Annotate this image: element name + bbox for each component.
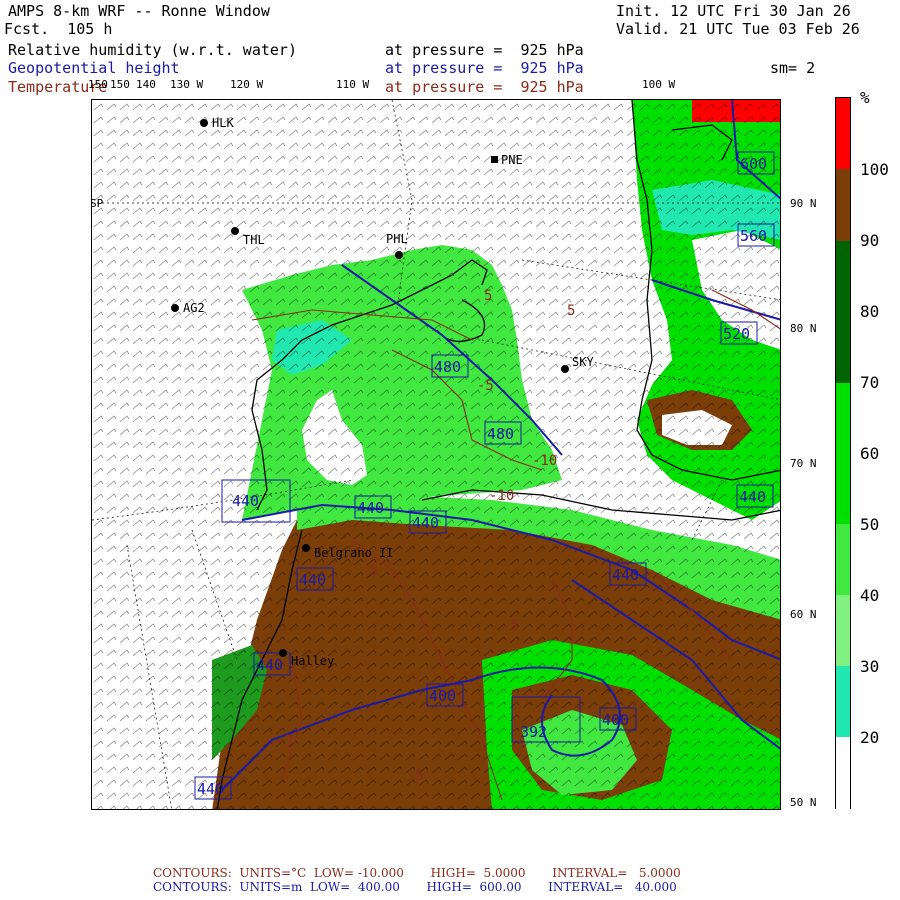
app-title: AMPS 8-km WRF -- Ronne Window: [8, 2, 270, 20]
station-label: Halley: [291, 654, 334, 668]
colorbar: [835, 97, 851, 810]
lat-label: 60 N: [790, 608, 817, 621]
lon-label: 130 W: [170, 78, 204, 91]
lon-label: 110 W: [336, 78, 370, 91]
station-label: PNE: [501, 153, 523, 167]
station-label: AG2: [183, 301, 205, 315]
height-label-400b: 400: [602, 711, 629, 729]
colorbar-tick: 30: [860, 657, 880, 676]
colorbar-segment: [836, 737, 850, 810]
colorbar-tick: 50: [860, 515, 880, 534]
height-label-560: 560: [740, 227, 767, 245]
field-rh-level: at pressure = 925 hPa: [385, 41, 584, 59]
colorbar-tick: 40: [860, 586, 880, 605]
height-label-480b: 480: [487, 425, 514, 443]
valid-time: Valid. 21 UTC Tue 03 Feb 26: [616, 20, 860, 38]
height-label-440a: 440: [357, 499, 384, 517]
height-label-440h: 440: [197, 780, 224, 798]
station-label: SKY: [572, 355, 594, 369]
svg-text:-5: -5: [362, 563, 379, 579]
height-label-440g: 440: [739, 488, 766, 506]
height-label-440d: 440: [299, 571, 326, 589]
forecast-hour: Fcst. 105 h: [4, 20, 113, 38]
colorbar-segment: [836, 241, 850, 383]
station-dot: [395, 251, 403, 259]
lon-label: 120 W: [230, 78, 264, 91]
lon-label: 100 W: [642, 78, 676, 91]
height-label-392: 392: [520, 723, 547, 741]
lon-label: 150: [110, 78, 130, 91]
colorbar-tick: 70: [860, 373, 880, 392]
station-label: PHL: [386, 232, 408, 246]
station-label: THL: [243, 233, 265, 247]
colorbar-segment: [836, 383, 850, 524]
colorbar-segment: [836, 169, 850, 241]
height-label-520: 520: [723, 325, 750, 343]
field-rh-name: Relative humidity (w.r.t. water): [8, 41, 297, 59]
smoothing-label: sm= 2: [770, 59, 816, 77]
temp-contour-legend: CONTOURS: UNITS=°C LOW= -10.000 HIGH= 5.…: [153, 866, 681, 880]
height-label-400a: 400: [429, 687, 456, 705]
colorbar-tick: 60: [860, 444, 880, 463]
station-label: HLK: [212, 116, 234, 130]
colorbar-segment: [836, 524, 850, 595]
svg-text:-10: -10: [489, 488, 514, 504]
height-label-440b: 440: [412, 514, 439, 532]
svg-text:-7: -7: [277, 733, 294, 749]
colorbar-segment: [836, 595, 850, 666]
colorbar-segment: [836, 98, 850, 169]
station-dot: [302, 544, 310, 552]
station-label: Belgrano II: [314, 546, 393, 560]
station-dot: [279, 649, 287, 657]
height-contour-legend: CONTOURS: UNITS=m LOW= 400.00 HIGH= 600.…: [153, 880, 677, 894]
colorbar-tick: 100: [860, 160, 889, 179]
height-label-440c: 440: [612, 566, 639, 584]
station-dot: [200, 119, 208, 127]
station-dot: [231, 227, 239, 235]
lat-label: 80 N: [790, 322, 817, 335]
pole-label: SP: [92, 197, 104, 210]
lat-label: 50 N: [790, 796, 817, 809]
svg-text:-5: -5: [502, 618, 519, 634]
field-height-level: at pressure = 925 hPa: [385, 59, 584, 77]
height-label-440f: 440: [232, 492, 259, 510]
colorbar-segment: [836, 666, 850, 737]
colorbar-unit: %: [860, 88, 870, 107]
lon-label: 140: [136, 78, 156, 91]
lat-label: 90 N: [790, 197, 817, 210]
colorbar-tick: 80: [860, 302, 880, 321]
colorbar-tick: 90: [860, 231, 880, 250]
field-height-name: Geopotential height: [8, 59, 180, 77]
station-dot: [561, 365, 569, 373]
init-time: Init. 12 UTC Fri 30 Jan 26: [616, 2, 851, 20]
svg-text:5: 5: [484, 288, 492, 304]
height-label-480a: 480: [434, 358, 461, 376]
colorbar-tick: 20: [860, 728, 880, 747]
height-label-600: 600: [740, 155, 767, 173]
svg-text:-5: -5: [477, 378, 494, 394]
map-canvas: 600 560 520 480 480 440 440 440 440 440 …: [92, 100, 780, 809]
lon-label: 150: [88, 78, 108, 91]
svg-text:-5: -5: [407, 768, 424, 784]
station-dot: [491, 156, 498, 163]
svg-text:5: 5: [567, 303, 575, 319]
map-panel[interactable]: 600 560 520 480 480 440 440 440 440 440 …: [91, 99, 781, 810]
station-dot: [171, 304, 179, 312]
lat-label: 70 N: [790, 457, 817, 470]
field-temp-level: at pressure = 925 hPa: [385, 78, 584, 96]
